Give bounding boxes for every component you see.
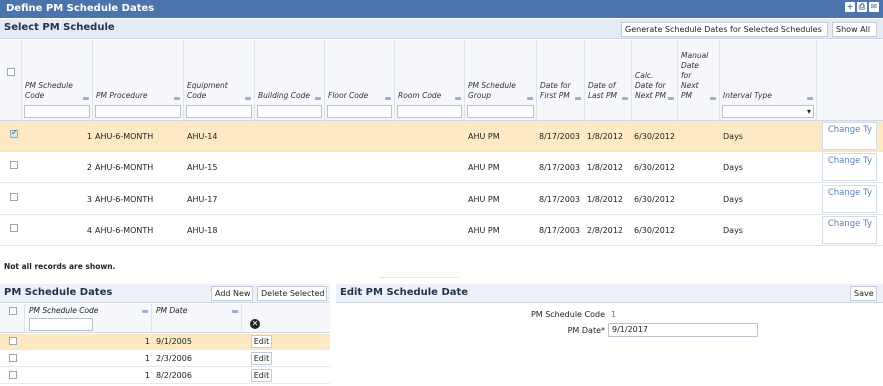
change-type-button[interactable]: Change Ty: [822, 185, 877, 213]
pm-schedule-code-label: PM Schedule Code: [530, 310, 605, 319]
table-row[interactable]: 1 AHU-6-MONTH AHU-14 AHU PM 8/17/2003 1/…: [0, 121, 883, 152]
panel-splitter[interactable]: [380, 277, 458, 278]
select-pm-schedule-header: Select PM Schedule Generate Schedule Dat…: [0, 19, 883, 39]
col-date-last-pm[interactable]: Date of Last PM: [585, 40, 632, 121]
sort-icon[interactable]: [575, 97, 581, 100]
col-dates-pm-schedule-code[interactable]: PM Schedule Code: [24, 304, 152, 333]
filter-floor-code[interactable]: [327, 105, 392, 118]
col-room-code[interactable]: Room Code: [395, 40, 465, 121]
col-equipment-code[interactable]: Equipment Code: [184, 40, 255, 121]
filter-interval-type-select[interactable]: [722, 105, 814, 118]
date-row[interactable]: 1 9/1/2005 Edit: [0, 334, 330, 350]
sort-icon[interactable]: [385, 97, 391, 100]
records-notice: Not all records are shown.: [4, 262, 116, 271]
table-row[interactable]: 2 AHU-6-MONTH AHU-15 AHU PM 8/17/2003 1/…: [0, 152, 883, 183]
pm-schedule-code-value: 1: [611, 310, 617, 319]
sort-icon[interactable]: [232, 310, 238, 313]
show-all-button[interactable]: Show All: [832, 22, 877, 37]
col-calc-date-next-pm[interactable]: Calc. Date for Next PM: [632, 40, 678, 121]
pm-date-input[interactable]: 9/1/2017: [608, 323, 758, 337]
col-pm-schedule-group[interactable]: PM Schedule Group: [465, 40, 537, 121]
col-pm-date[interactable]: PM Date: [152, 304, 242, 333]
filter-room-code[interactable]: [397, 105, 462, 118]
pm-schedule-dates-title: PM Schedule Dates: [4, 287, 113, 298]
window-title: Define PM Schedule Dates: [6, 3, 155, 14]
row-checkbox[interactable]: [10, 161, 18, 169]
sort-icon[interactable]: [527, 97, 533, 100]
sort-icon[interactable]: [245, 97, 251, 100]
pm-schedule-dates-header: PM Schedule Dates Add New Delete Selecte…: [0, 284, 330, 303]
change-type-button[interactable]: Change Ty: [822, 153, 877, 181]
col-pm-procedure[interactable]: PM Procedure: [93, 40, 184, 121]
filter-dates-code[interactable]: [29, 318, 93, 331]
date-row-checkbox[interactable]: [9, 337, 17, 345]
col-date-first-pm[interactable]: Date for First PM: [537, 40, 585, 121]
sort-icon[interactable]: [142, 310, 148, 313]
table-row[interactable]: 4 AHU-6-MONTH AHU-18 AHU PM 8/17/2003 2/…: [0, 215, 883, 246]
clear-filter-icon[interactable]: ✕: [250, 319, 260, 329]
date-row[interactable]: 1 8/2/2006 Edit: [0, 368, 330, 384]
print-icon[interactable]: ⎙: [857, 2, 867, 12]
pm-date-label: PM Date*: [567, 326, 605, 335]
window-titlebar: Define PM Schedule Dates + ⎙ ✉: [0, 0, 883, 18]
row-checkbox[interactable]: [10, 224, 18, 232]
row-checkbox[interactable]: [10, 193, 18, 201]
change-type-button[interactable]: Change Ty: [822, 216, 877, 244]
delete-selected-button[interactable]: Delete Selected: [257, 286, 327, 301]
col-pm-schedule-code[interactable]: PM Schedule Code: [22, 40, 93, 121]
sort-icon[interactable]: [710, 97, 716, 100]
date-row-checkbox[interactable]: [9, 371, 17, 379]
edit-button[interactable]: Edit: [251, 369, 272, 382]
filter-equipment-code[interactable]: [186, 105, 252, 118]
dates-grid-header: PM Schedule Code PM Date ✕: [0, 304, 330, 333]
filter-building-code[interactable]: [257, 105, 322, 118]
col-interval-type[interactable]: Interval Type: [720, 40, 817, 121]
save-button[interactable]: Save: [850, 286, 877, 301]
sort-icon[interactable]: [455, 97, 461, 100]
date-row-checkbox[interactable]: [9, 354, 17, 362]
sort-icon[interactable]: [622, 97, 628, 100]
edit-button[interactable]: Edit: [251, 352, 272, 365]
col-floor-code[interactable]: Floor Code: [325, 40, 395, 121]
date-row[interactable]: 1 2/3/2006 Edit: [0, 351, 330, 367]
col-building-code[interactable]: Building Code: [255, 40, 325, 121]
select-all-dates-checkbox[interactable]: [9, 307, 17, 315]
filter-pm-procedure[interactable]: [95, 105, 181, 118]
edit-button[interactable]: Edit: [251, 335, 272, 348]
add-new-button[interactable]: Add New: [211, 286, 253, 301]
edit-panel-title: Edit PM Schedule Date: [340, 287, 469, 298]
generate-schedule-dates-button[interactable]: Generate Schedule Dates for Selected Sch…: [621, 22, 828, 37]
sort-icon[interactable]: [174, 97, 180, 100]
add-icon[interactable]: +: [845, 2, 855, 12]
edit-pm-schedule-date-header: Edit PM Schedule Date Save: [336, 284, 883, 303]
sort-icon[interactable]: [315, 97, 321, 100]
select-all-checkbox[interactable]: [7, 68, 15, 76]
grid-header: PM Schedule Code PM Procedure Equipment …: [0, 40, 883, 121]
sort-icon[interactable]: [807, 97, 813, 100]
table-row[interactable]: 3 AHU-6-MONTH AHU-17 AHU PM 8/17/2003 1/…: [0, 184, 883, 215]
change-type-button[interactable]: Change Ty: [822, 122, 877, 150]
sort-icon[interactable]: [668, 97, 674, 100]
row-checkbox[interactable]: [10, 128, 18, 138]
mail-icon[interactable]: ✉: [869, 2, 879, 12]
filter-pm-schedule-code[interactable]: [24, 105, 90, 118]
filter-pm-schedule-group[interactable]: [467, 105, 534, 118]
col-manual-date-next-pm[interactable]: Manual Date for Next PM: [678, 40, 720, 121]
sort-icon[interactable]: [83, 97, 89, 100]
section-title: Select PM Schedule: [4, 22, 115, 33]
